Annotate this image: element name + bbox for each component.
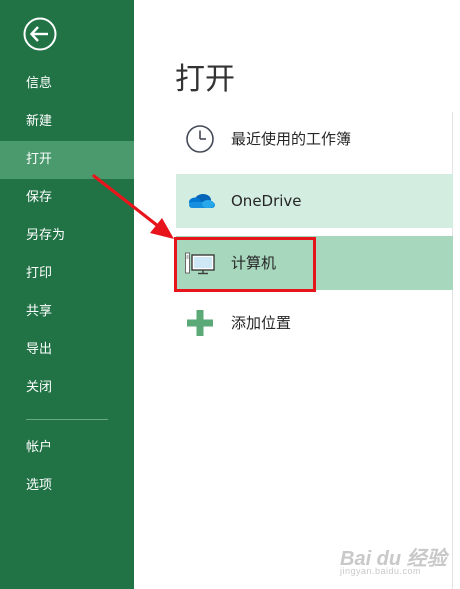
- nav-item-info[interactable]: 信息: [0, 65, 134, 103]
- clock-icon: [184, 123, 216, 155]
- nav-item-print[interactable]: 打印: [0, 255, 134, 293]
- location-label: OneDrive: [231, 192, 302, 210]
- nav-item-save-as[interactable]: 另存为: [0, 217, 134, 255]
- nav-item-account[interactable]: 帐户: [0, 429, 134, 467]
- watermark-logo: Bai du 经验 jingyan.baidu.com: [340, 542, 450, 582]
- nav-item-open[interactable]: 打开: [0, 141, 134, 179]
- app-window: 信息 新建 打开 保存 另存为 打印 共享 导出 关闭 帐户 选项 打开 最近使…: [0, 0, 460, 589]
- back-button[interactable]: [22, 16, 58, 52]
- nav-item-options[interactable]: 选项: [0, 467, 134, 505]
- location-label: 添加位置: [231, 314, 292, 332]
- watermark-sub-text: jingyan.baidu.com: [340, 566, 422, 576]
- plus-icon: [184, 307, 216, 339]
- back-arrow-icon: [23, 17, 57, 51]
- location-recent-workbooks[interactable]: 最近使用的工作簿: [176, 112, 453, 166]
- nav-item-new[interactable]: 新建: [0, 103, 134, 141]
- cloud-icon: [184, 185, 216, 217]
- location-onedrive[interactable]: OneDrive: [176, 174, 453, 228]
- location-label: 最近使用的工作簿: [231, 130, 352, 148]
- backstage-sidebar: 信息 新建 打开 保存 另存为 打印 共享 导出 关闭 帐户 选项: [0, 0, 134, 589]
- page-title: 打开: [175, 62, 235, 97]
- annotation-highlight-box: [174, 237, 316, 292]
- nav-item-export[interactable]: 导出: [0, 331, 134, 369]
- nav-item-share[interactable]: 共享: [0, 293, 134, 331]
- sidebar-divider: [26, 419, 108, 420]
- nav-item-close[interactable]: 关闭: [0, 369, 134, 407]
- nav-item-save[interactable]: 保存: [0, 179, 134, 217]
- location-add-place[interactable]: 添加位置: [176, 296, 453, 350]
